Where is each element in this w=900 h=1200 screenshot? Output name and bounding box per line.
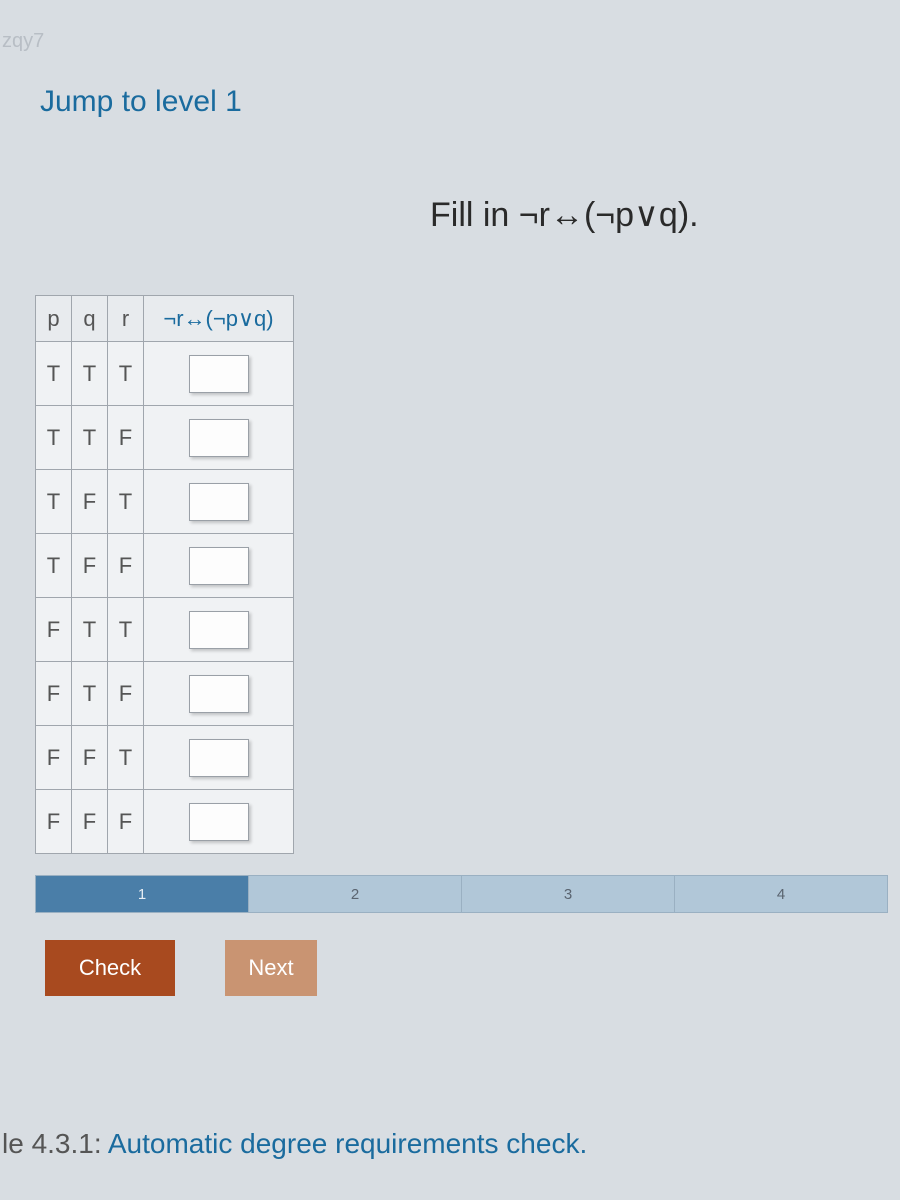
answer-input-row-2[interactable]: [189, 419, 249, 457]
check-button[interactable]: Check: [45, 940, 175, 996]
table-row: TFT: [36, 470, 294, 534]
table-row: TTF: [36, 406, 294, 470]
answer-cell: [144, 470, 294, 534]
answer-cell: [144, 598, 294, 662]
instruction-text: Fill in ¬r↔(¬p∨q).: [430, 195, 699, 235]
answer-cell: [144, 406, 294, 470]
col-header-p: p: [36, 296, 72, 342]
answer-input-row-4[interactable]: [189, 547, 249, 585]
cell-p: T: [36, 534, 72, 598]
answer-input-row-8[interactable]: [189, 803, 249, 841]
answer-cell: [144, 534, 294, 598]
cell-p: F: [36, 662, 72, 726]
cell-p: F: [36, 598, 72, 662]
next-button[interactable]: Next: [225, 940, 317, 996]
progress-step-4[interactable]: 4: [675, 876, 887, 912]
cell-r: F: [108, 406, 144, 470]
progress-step-2[interactable]: 2: [249, 876, 462, 912]
answer-cell: [144, 790, 294, 854]
footer-link-text: Automatic degree requirements check.: [108, 1128, 587, 1159]
cell-r: F: [108, 662, 144, 726]
table-row: TFF: [36, 534, 294, 598]
cell-q: T: [72, 598, 108, 662]
cell-r: F: [108, 534, 144, 598]
table-row: FTT: [36, 598, 294, 662]
cell-r: T: [108, 342, 144, 406]
cell-p: T: [36, 470, 72, 534]
truth-table: p q r ¬r↔(¬p∨q) TTTTTFTFTTFFFTTFTFFFTFFF: [35, 295, 294, 854]
table-row: FFF: [36, 790, 294, 854]
answer-input-row-3[interactable]: [189, 483, 249, 521]
cell-q: T: [72, 662, 108, 726]
answer-cell: [144, 662, 294, 726]
cell-q: F: [72, 790, 108, 854]
table-row: TTT: [36, 342, 294, 406]
answer-input-row-6[interactable]: [189, 675, 249, 713]
cell-q: F: [72, 726, 108, 790]
answer-cell: [144, 342, 294, 406]
cell-q: T: [72, 342, 108, 406]
progress-step-1[interactable]: 1: [36, 876, 249, 912]
answer-cell: [144, 726, 294, 790]
answer-input-row-5[interactable]: [189, 611, 249, 649]
col-header-q: q: [72, 296, 108, 342]
cell-q: F: [72, 534, 108, 598]
col-header-r: r: [108, 296, 144, 342]
cell-q: F: [72, 470, 108, 534]
progress-step-3[interactable]: 3: [462, 876, 675, 912]
progress-bar: 1234: [35, 875, 888, 913]
cell-r: T: [108, 598, 144, 662]
table-row: FFT: [36, 726, 294, 790]
cell-q: T: [72, 406, 108, 470]
cell-p: T: [36, 406, 72, 470]
cell-p: F: [36, 790, 72, 854]
answer-input-row-1[interactable]: [189, 355, 249, 393]
cell-r: T: [108, 470, 144, 534]
footer-caption: le 4.3.1: Automatic degree requirements …: [2, 1128, 587, 1160]
table-row: FTF: [36, 662, 294, 726]
cell-r: F: [108, 790, 144, 854]
cell-r: T: [108, 726, 144, 790]
watermark-text: zqy7: [2, 30, 44, 53]
col-header-expression: ¬r↔(¬p∨q): [144, 296, 294, 342]
footer-prefix: le 4.3.1:: [2, 1128, 108, 1159]
answer-input-row-7[interactable]: [189, 739, 249, 777]
cell-p: T: [36, 342, 72, 406]
cell-p: F: [36, 726, 72, 790]
jump-to-level-link[interactable]: Jump to level 1: [40, 85, 242, 119]
